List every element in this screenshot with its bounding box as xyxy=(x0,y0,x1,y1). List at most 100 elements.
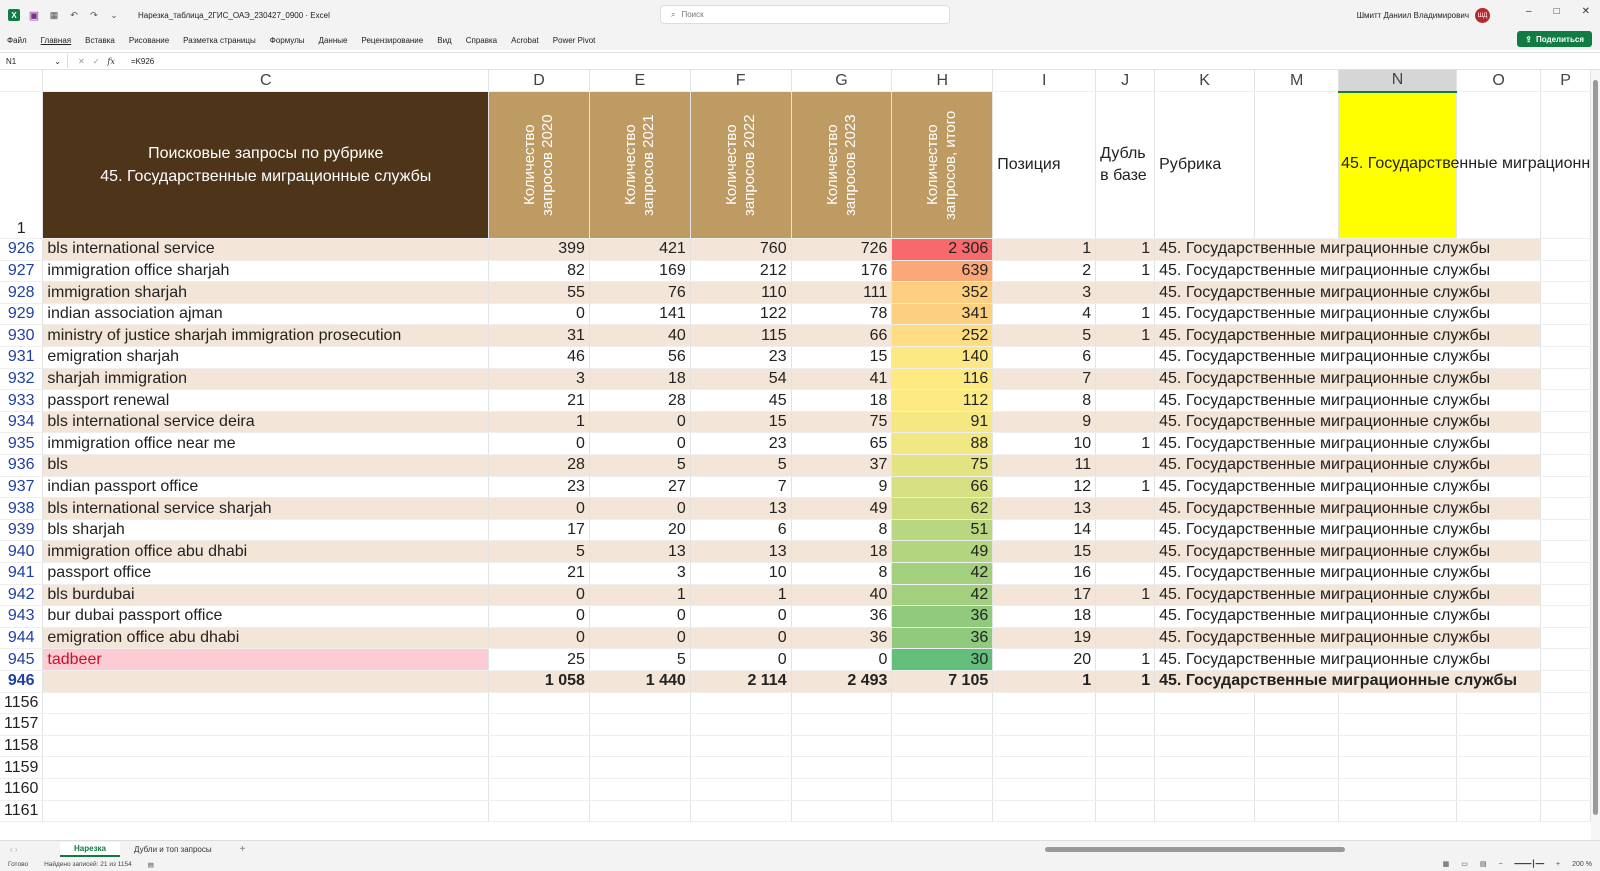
count-cell[interactable]: 56 xyxy=(589,346,691,369)
menu-draw[interactable]: Рисование xyxy=(122,36,176,45)
maximize-icon[interactable]: □ xyxy=(1554,6,1560,17)
row-number[interactable]: 935 xyxy=(0,432,44,456)
count-cell[interactable]: 0 xyxy=(488,303,590,326)
count-cell[interactable]: 13 xyxy=(690,497,792,520)
empty-cell[interactable] xyxy=(992,800,1097,823)
empty-cell[interactable] xyxy=(1254,735,1340,758)
position-cell[interactable]: 14 xyxy=(992,519,1097,542)
total-value-cell[interactable]: 1 xyxy=(992,670,1097,693)
duplicate-cell[interactable] xyxy=(1095,562,1156,585)
row-number[interactable]: 1157 xyxy=(0,713,44,736)
rubric-cell[interactable]: 45. Государственные миграционные службы xyxy=(1154,411,1542,434)
duplicate-cell[interactable] xyxy=(1095,368,1156,391)
query-cell[interactable]: emigration sharjah xyxy=(42,346,490,369)
empty-cell[interactable] xyxy=(1540,324,1591,348)
empty-cell[interactable] xyxy=(791,735,893,758)
query-cell[interactable]: emigration office abu dhabi xyxy=(42,627,490,650)
count-cell[interactable]: 28 xyxy=(589,389,691,412)
col-header-m[interactable]: M xyxy=(1254,70,1340,93)
query-cell[interactable]: bls burdubai xyxy=(42,584,490,607)
count-cell[interactable]: 0 xyxy=(690,605,792,628)
total-cell[interactable]: 88 xyxy=(891,432,994,456)
position-cell[interactable]: 1 xyxy=(992,238,1097,261)
total-value-cell[interactable]: 2 114 xyxy=(690,670,792,693)
position-cell[interactable]: 4 xyxy=(992,303,1097,326)
query-cell[interactable]: sharjah immigration xyxy=(42,368,490,391)
row-number[interactable]: 934 xyxy=(0,411,44,434)
empty-cell[interactable] xyxy=(42,692,490,715)
col-header-f[interactable]: F xyxy=(690,70,792,93)
rubric-cell[interactable]: 45. Государственные миграционные службы xyxy=(1154,476,1542,499)
vertical-scrollbar[interactable] xyxy=(1591,70,1600,840)
empty-cell[interactable] xyxy=(1154,713,1256,736)
empty-cell[interactable] xyxy=(1540,627,1591,650)
empty-cell[interactable] xyxy=(791,778,893,801)
rubric-cell[interactable]: 45. Государственные миграционные службы xyxy=(1154,346,1542,369)
count-cell[interactable]: 49 xyxy=(791,497,893,520)
duplicate-cell[interactable]: 1 xyxy=(1095,303,1156,326)
count-cell[interactable]: 18 xyxy=(791,389,893,412)
header-2023[interactable]: Количество запросов 2023 xyxy=(791,91,893,240)
col-header-p[interactable]: P xyxy=(1540,70,1591,93)
position-cell[interactable]: 19 xyxy=(992,627,1097,650)
avatar[interactable]: ШД xyxy=(1475,8,1490,23)
count-cell[interactable]: 46 xyxy=(488,346,590,369)
count-cell[interactable]: 111 xyxy=(791,281,893,304)
count-cell[interactable]: 212 xyxy=(690,260,792,283)
empty-cell[interactable] xyxy=(42,735,490,758)
count-cell[interactable]: 0 xyxy=(488,627,590,650)
normal-view-icon[interactable]: ▦ xyxy=(1443,860,1450,868)
count-cell[interactable]: 10 xyxy=(690,562,792,585)
empty-cell[interactable] xyxy=(1254,713,1340,736)
row-number[interactable]: 1161 xyxy=(0,800,44,823)
total-cell[interactable]: 51 xyxy=(891,519,994,542)
total-cell[interactable]: 140 xyxy=(891,346,994,369)
empty-cell[interactable] xyxy=(1254,800,1340,823)
row-number[interactable]: 1159 xyxy=(0,756,44,779)
empty-cell[interactable] xyxy=(1338,692,1458,715)
row-number[interactable]: 928 xyxy=(0,281,44,304)
count-cell[interactable]: 28 xyxy=(488,454,590,477)
empty-cell[interactable] xyxy=(589,692,691,715)
query-cell[interactable]: immigration office sharjah xyxy=(42,260,490,283)
total-cell[interactable]: 75 xyxy=(891,454,994,477)
count-cell[interactable]: 82 xyxy=(488,260,590,283)
rubric-cell[interactable]: 45. Государственные миграционные службы xyxy=(1154,562,1542,585)
header-2020[interactable]: Количество запросов 2020 xyxy=(488,91,590,240)
empty-cell[interactable] xyxy=(992,713,1097,736)
row-number[interactable]: 931 xyxy=(0,346,44,369)
empty-cell[interactable] xyxy=(992,778,1097,801)
empty-cell[interactable] xyxy=(791,756,893,779)
empty-cell[interactable] xyxy=(1338,735,1458,758)
row-number[interactable]: 943 xyxy=(0,605,44,628)
undo-icon[interactable]: ↶ xyxy=(68,9,80,21)
empty-cell[interactable] xyxy=(891,713,994,736)
position-cell[interactable]: 3 xyxy=(992,281,1097,304)
count-cell[interactable]: 25 xyxy=(488,648,590,671)
query-cell[interactable]: bur dubai passport office xyxy=(42,605,490,628)
total-cell[interactable]: 112 xyxy=(891,389,994,412)
header-total[interactable]: Количество запросов, итого xyxy=(891,91,994,240)
query-cell[interactable]: bls international service sharjah xyxy=(42,497,490,520)
accessibility-icon[interactable]: ▤ xyxy=(148,861,154,869)
empty-cell[interactable] xyxy=(1095,756,1156,779)
row-number[interactable]: 933 xyxy=(0,389,44,412)
empty-cell[interactable] xyxy=(1540,368,1591,391)
row-number[interactable]: 929 xyxy=(0,303,44,326)
header-m[interactable] xyxy=(1254,91,1340,240)
page-break-icon[interactable]: ▤ xyxy=(1480,860,1487,868)
count-cell[interactable]: 66 xyxy=(791,324,893,348)
row-number[interactable]: 932 xyxy=(0,368,44,391)
empty-cell[interactable] xyxy=(589,735,691,758)
rubric-cell[interactable]: 45. Государственные миграционные службы xyxy=(1154,454,1542,477)
menu-help[interactable]: Справка xyxy=(459,36,504,45)
zoom-slider[interactable]: ━━━━┃━━ xyxy=(1515,860,1545,868)
total-value-cell[interactable]: 2 493 xyxy=(791,670,893,693)
total-cell[interactable]: 62 xyxy=(891,497,994,520)
row-number[interactable]: 1156 xyxy=(0,692,44,715)
count-cell[interactable]: 8 xyxy=(791,519,893,542)
count-cell[interactable]: 5 xyxy=(690,454,792,477)
count-cell[interactable]: 18 xyxy=(589,368,691,391)
empty-cell[interactable] xyxy=(42,800,490,823)
empty-cell[interactable] xyxy=(488,735,590,758)
